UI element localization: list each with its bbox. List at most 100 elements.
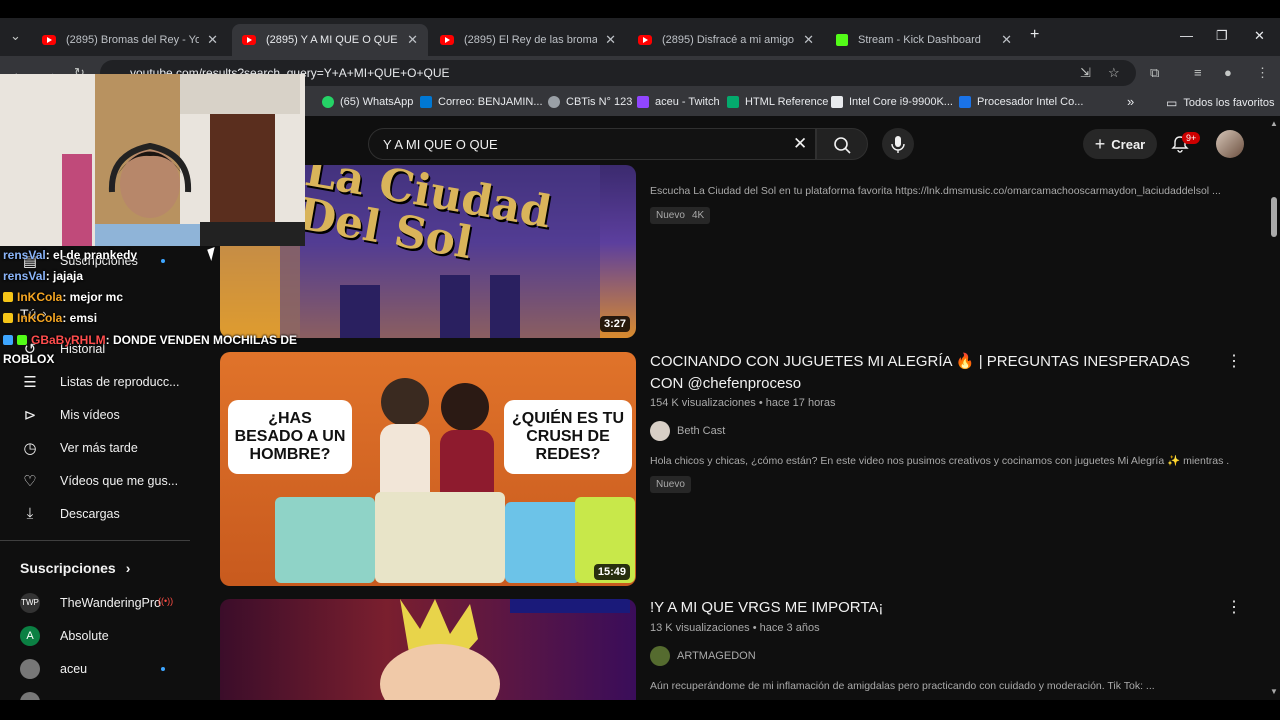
bookmark-cbtis[interactable]: CBTis N° 123: [548, 96, 632, 108]
more-actions-icon[interactable]: ⋮: [1226, 597, 1242, 617]
video-meta: 13 K visualizaciones • hace 3 años: [650, 622, 820, 634]
voice-search-button[interactable]: [882, 128, 914, 160]
channel-avatar: TWP: [20, 592, 40, 613]
bookmark-intel-core[interactable]: Intel Core i9-9900K...: [831, 96, 953, 108]
more-actions-icon[interactable]: ⋮: [1226, 351, 1242, 371]
scroll-down-icon[interactable]: ▼: [1270, 687, 1278, 696]
screen: { "tabs": [ {"title": "(2895) Bromas del…: [0, 0, 1280, 720]
webcam-overlay: [0, 74, 305, 246]
watch-later-icon: ◷: [23, 439, 37, 457]
sidebar-item-downloads[interactable]: ⤓ Descargas: [0, 497, 190, 530]
badge-4k: 4K: [686, 207, 711, 224]
download-icon: ⤓: [26, 505, 34, 522]
browser-tab[interactable]: (2895) Disfracé a mi amigo de Momo✕: [628, 24, 824, 56]
search-button[interactable]: [816, 128, 868, 160]
playlist-icon: ☰: [23, 373, 37, 391]
all-bookmarks-folder[interactable]: ▭ Todos los favoritos: [1166, 96, 1274, 110]
bookmark-html-reference[interactable]: HTML Reference: [727, 96, 828, 108]
page-scrollbar[interactable]: ▲ ▼: [1268, 117, 1280, 700]
sidebar-channel[interactable]: A Absolute: [0, 619, 190, 652]
thumbnail-question-right: ¿QUIÉN ES TU CRUSH DE REDES?: [504, 400, 632, 474]
search-input[interactable]: Y A MI QUE O QUE: [368, 128, 816, 160]
bookmark-mail[interactable]: Correo: BENJAMIN...: [420, 96, 543, 108]
video-title[interactable]: COCINANDO CON JUGUETES MI ALEGRÍA 🔥 | PR…: [650, 351, 1210, 395]
badge-new: Nuevo: [650, 207, 691, 224]
tab-search-icon[interactable]: ⌄: [10, 28, 21, 44]
thumbnail-art: [380, 599, 630, 709]
clear-search-icon[interactable]: ✕: [793, 134, 807, 154]
browser-tab[interactable]: Stream - Kick Dashboard ✕: [826, 24, 1022, 56]
sidebar-channel[interactable]: aceu: [0, 652, 190, 685]
close-tab-icon[interactable]: ✕: [207, 32, 218, 48]
sidebar-item-playlists[interactable]: ☰ Listas de reproducc...: [0, 365, 190, 398]
channel-avatar: A: [20, 625, 40, 646]
media-icon[interactable]: ≡: [1194, 65, 1202, 80]
mouse-cursor-icon: [207, 246, 219, 262]
bookmark-star-icon[interactable]: ☆: [1108, 65, 1120, 81]
scroll-up-icon[interactable]: ▲: [1270, 119, 1278, 128]
thumbnail-question-left: ¿HAS BESADO A UN HOMBRE?: [228, 400, 352, 474]
youtube-icon: [242, 35, 256, 45]
profile-icon[interactable]: ●: [1224, 65, 1232, 80]
w3schools-icon: [727, 96, 739, 108]
menu-icon[interactable]: ⋮: [1256, 65, 1269, 81]
microphone-icon: [891, 136, 905, 153]
channel-avatar: [650, 646, 670, 666]
screen-top-border: [0, 0, 1280, 18]
video-channel[interactable]: ARTMAGEDON: [650, 646, 756, 666]
sidebar-item-my-videos[interactable]: ⊳ Mis vídeos: [0, 398, 190, 431]
sidebar-divider: [0, 540, 190, 541]
restore-icon[interactable]: ❐: [1216, 28, 1228, 44]
close-tab-icon[interactable]: ✕: [1001, 32, 1012, 48]
youtube-icon: [638, 35, 652, 45]
sidebar-item-watch-later[interactable]: ◷ Ver más tarde: [0, 431, 190, 464]
video-description: Aún recuperándome de mi inflamación de a…: [650, 680, 1155, 692]
bookmark-twitch[interactable]: aceu - Twitch: [637, 96, 720, 108]
folder-icon: ▭: [1166, 96, 1178, 110]
twitch-icon: [637, 96, 649, 108]
chevron-right-icon: ›: [125, 559, 131, 576]
video-thumbnail[interactable]: ¿HAS BESADO A UN HOMBRE? ¿QUIÉN ES TU CR…: [220, 352, 636, 586]
new-tab-button[interactable]: +: [1030, 26, 1039, 44]
close-tab-icon[interactable]: ✕: [605, 32, 616, 48]
bookmark-processor[interactable]: Procesador Intel Co...: [959, 96, 1083, 108]
install-icon[interactable]: ⇲: [1080, 65, 1091, 81]
page-icon: [959, 96, 971, 108]
youtube-icon: [440, 35, 454, 45]
browser-tab[interactable]: (2895) Bromas del Rey - YouTube✕: [32, 24, 228, 56]
notification-badge: 9+: [1182, 132, 1201, 144]
chat-message: rensVal: el de prankedy: [3, 248, 138, 262]
webcam-feed: [0, 74, 305, 246]
video-title[interactable]: !Y A MI QUE VRGS ME IMPORTA¡: [650, 597, 1210, 619]
sidebar-item-liked-videos[interactable]: ♡ Vídeos que me gus...: [0, 464, 190, 497]
youtube-icon: [42, 35, 56, 45]
browser-tab[interactable]: (2895) El Rey de las bromas - YouTube✕: [430, 24, 626, 56]
video-description: Hola chicos y chicas, ¿cómo están? En es…: [650, 455, 1230, 467]
globe-icon: [548, 96, 560, 108]
video-description: Escucha La Ciudad del Sol en tu platafor…: [650, 185, 1221, 197]
video-channel[interactable]: Beth Cast: [650, 421, 725, 441]
chat-message: rensVal: jajaja: [3, 269, 84, 283]
close-tab-icon[interactable]: ✕: [407, 32, 418, 48]
channel-avatar: [20, 658, 40, 679]
new-content-dot: [161, 667, 165, 671]
channel-avatar: [650, 421, 670, 441]
like-icon: ♡: [23, 472, 37, 490]
bookmarks-overflow-button[interactable]: »: [1127, 94, 1134, 109]
whatsapp-icon: [322, 96, 334, 108]
minimize-icon[interactable]: —: [1180, 28, 1193, 43]
sidebar-channel[interactable]: TWP TheWanderingPro ((•)): [0, 586, 190, 619]
kick-badge-icon: [17, 335, 27, 345]
subscriptions-header[interactable]: Suscripciones ›: [0, 551, 190, 584]
scrollbar-thumb[interactable]: [1271, 197, 1277, 237]
account-avatar[interactable]: [1216, 130, 1244, 158]
create-button[interactable]: + Crear: [1083, 129, 1157, 159]
bookmark-whatsapp[interactable]: (65) WhatsApp: [322, 96, 413, 108]
extensions-icon[interactable]: ⧉: [1150, 65, 1159, 81]
badge-new: Nuevo: [650, 476, 691, 493]
browser-tab-active[interactable]: (2895) Y A MI QUE O QUE - YouTube✕: [232, 24, 428, 56]
video-thumbnail[interactable]: [220, 599, 636, 709]
browser-tab-strip: ⌄ (2895) Bromas del Rey - YouTube✕ (2895…: [0, 18, 1280, 56]
close-tab-icon[interactable]: ✕: [803, 32, 814, 48]
close-window-icon[interactable]: ✕: [1254, 28, 1265, 44]
